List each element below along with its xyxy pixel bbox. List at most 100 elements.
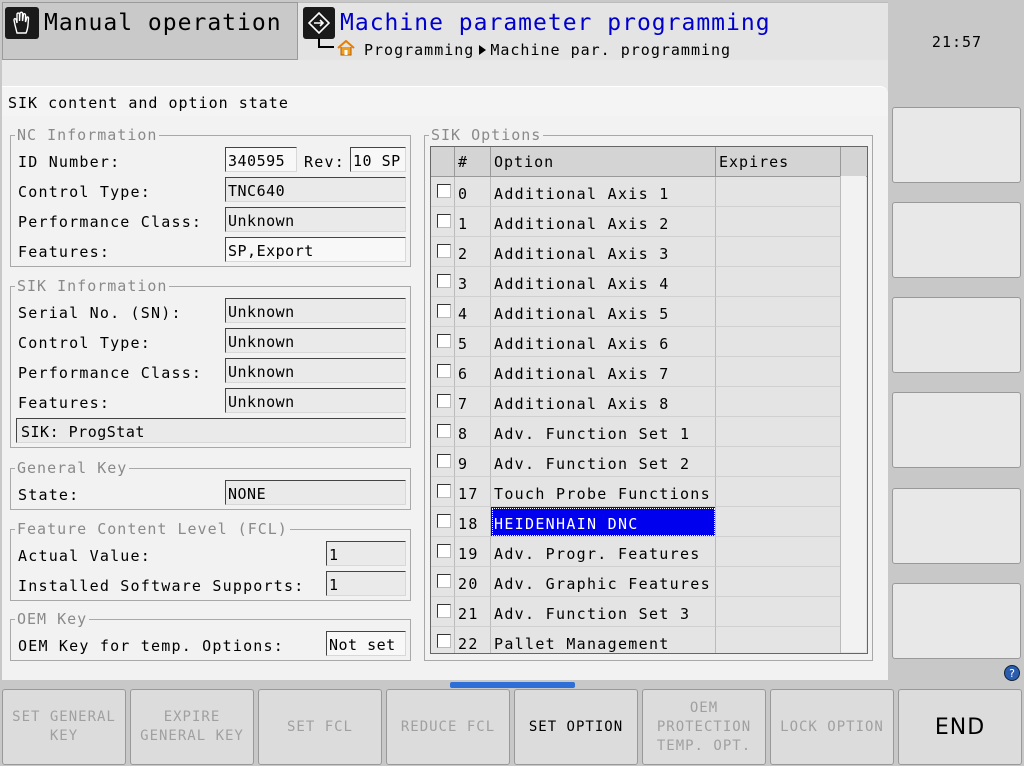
vertical-softkey-4[interactable] [892, 392, 1021, 468]
vertical-softkey-5[interactable] [892, 488, 1021, 564]
option-number: 17 [455, 477, 491, 507]
option-checkbox[interactable] [437, 334, 451, 348]
checkbox-cell [431, 267, 455, 297]
serial-number-field[interactable]: Unknown [225, 298, 406, 323]
end-button[interactable]: END [898, 689, 1022, 765]
table-row[interactable]: 21 Adv. Function Set 3 [431, 597, 841, 627]
checkbox-cell [431, 567, 455, 597]
option-checkbox[interactable] [437, 634, 451, 648]
rev-field[interactable]: 10 SP [350, 147, 406, 172]
oem-key-field[interactable]: Not set [326, 631, 406, 656]
option-expires [716, 507, 841, 537]
nc-performance-class-label: Performance Class: [18, 213, 203, 231]
option-checkbox[interactable] [437, 424, 451, 438]
general-key-state-label: State: [18, 486, 80, 504]
option-name: Adv. Graphic Features [491, 567, 716, 597]
option-name: Additional Axis 4 [491, 267, 716, 297]
softkey-label: OEM PROTECTION TEMP. OPT. [656, 699, 752, 754]
home-icon [337, 39, 355, 60]
table-row[interactable]: 18 HEIDENHAIN DNC [431, 507, 841, 537]
programming-mode-title: Machine parameter programming [340, 10, 771, 36]
sik-information-legend: SIK Information [17, 277, 168, 295]
softkey-label: LOCK OPTION [780, 718, 884, 735]
table-row[interactable]: 3 Additional Axis 4 [431, 267, 841, 297]
column-header-expires[interactable]: Expires [716, 147, 841, 177]
nc-features-field[interactable]: SP,Export [225, 237, 406, 262]
option-checkbox[interactable] [437, 274, 451, 288]
dialog-title-bar: SIK content and option state [2, 86, 888, 116]
option-checkbox[interactable] [437, 244, 451, 258]
set-general-key-button[interactable]: SET GENERAL KEY [2, 689, 126, 765]
checkbox-cell [431, 507, 455, 537]
table-row[interactable]: 8 Adv. Function Set 1 [431, 417, 841, 447]
set-option-button[interactable]: SET OPTION [514, 689, 638, 765]
fcl-actual-field[interactable]: 1 [326, 541, 406, 566]
option-number: 20 [455, 567, 491, 597]
id-number-field[interactable]: 340595 [225, 147, 297, 172]
option-expires [716, 237, 841, 267]
table-row[interactable]: 6 Additional Axis 7 [431, 357, 841, 387]
option-checkbox[interactable] [437, 484, 451, 498]
oem-protection-temp-opt-button[interactable]: OEM PROTECTION TEMP. OPT. [642, 689, 766, 765]
vertical-softkey-1[interactable] [892, 107, 1021, 183]
table-row[interactable]: 1 Additional Axis 2 [431, 207, 841, 237]
checkbox-cell [431, 627, 455, 653]
option-checkbox[interactable] [437, 304, 451, 318]
option-name: Additional Axis 5 [491, 297, 716, 327]
rev-label: Rev: [304, 153, 345, 171]
breadcrumb-item-programming[interactable]: Programming [364, 41, 474, 59]
sik-performance-class-label: Performance Class: [18, 364, 203, 382]
vertical-softkey-2[interactable] [892, 202, 1021, 278]
fcl-installed-field[interactable]: 1 [326, 571, 406, 596]
table-row[interactable]: 2 Additional Axis 3 [431, 237, 841, 267]
option-name: Pallet Management [491, 627, 716, 653]
table-row[interactable]: 19 Adv. Progr. Features [431, 537, 841, 567]
help-icon[interactable]: ? [1004, 665, 1020, 681]
option-expires [716, 327, 841, 357]
option-checkbox[interactable] [437, 214, 451, 228]
expire-general-key-button[interactable]: EXPIRE GENERAL KEY [130, 689, 254, 765]
option-name: Additional Axis 3 [491, 237, 716, 267]
table-row[interactable]: 4 Additional Axis 5 [431, 297, 841, 327]
breadcrumb-arrow-icon [479, 45, 487, 55]
column-header-filler [841, 147, 867, 177]
option-checkbox[interactable] [437, 184, 451, 198]
set-fcl-button[interactable]: SET FCL [258, 689, 382, 765]
lock-option-button[interactable]: LOCK OPTION [770, 689, 894, 765]
option-checkbox[interactable] [437, 604, 451, 618]
option-checkbox[interactable] [437, 544, 451, 558]
table-row[interactable]: 0 Additional Axis 1 [431, 177, 841, 207]
softkey-label: SET FCL [286, 718, 353, 735]
option-checkbox[interactable] [437, 394, 451, 408]
table-row[interactable]: 7 Additional Axis 8 [431, 387, 841, 417]
option-number: 2 [455, 237, 491, 267]
table-row[interactable]: 5 Additional Axis 6 [431, 327, 841, 357]
option-expires [716, 477, 841, 507]
option-number: 22 [455, 627, 491, 653]
option-expires [716, 387, 841, 417]
table-row[interactable]: 9 Adv. Function Set 2 [431, 447, 841, 477]
reduce-fcl-button[interactable]: REDUCE FCL [386, 689, 510, 765]
table-row[interactable]: 20 Adv. Graphic Features [431, 567, 841, 597]
checkbox-cell [431, 297, 455, 327]
sik-features-field[interactable]: Unknown [225, 388, 406, 413]
table-scrollbar[interactable] [840, 176, 866, 652]
option-checkbox[interactable] [437, 364, 451, 378]
nc-control-type-field[interactable]: TNC640 [225, 177, 406, 202]
serial-number-label: Serial No. (SN): [18, 304, 182, 322]
sik-control-type-field[interactable]: Unknown [225, 328, 406, 353]
column-header-option[interactable]: Option [491, 147, 716, 177]
breadcrumb-item-machine-par[interactable]: Machine par. programming [490, 41, 731, 59]
option-checkbox[interactable] [437, 514, 451, 528]
column-header-number[interactable]: # [455, 147, 491, 177]
nc-performance-class-field[interactable]: Unknown [225, 207, 406, 232]
option-checkbox[interactable] [437, 454, 451, 468]
vertical-softkey-3[interactable] [892, 297, 1021, 373]
option-checkbox[interactable] [437, 574, 451, 588]
vertical-softkey-6[interactable] [892, 583, 1021, 659]
sik-performance-class-field[interactable]: Unknown [225, 358, 406, 383]
option-name: Adv. Progr. Features [491, 537, 716, 567]
general-key-state-field[interactable]: NONE [225, 480, 406, 505]
table-row[interactable]: 22 Pallet Management [431, 627, 841, 653]
table-row[interactable]: 17 Touch Probe Functions [431, 477, 841, 507]
